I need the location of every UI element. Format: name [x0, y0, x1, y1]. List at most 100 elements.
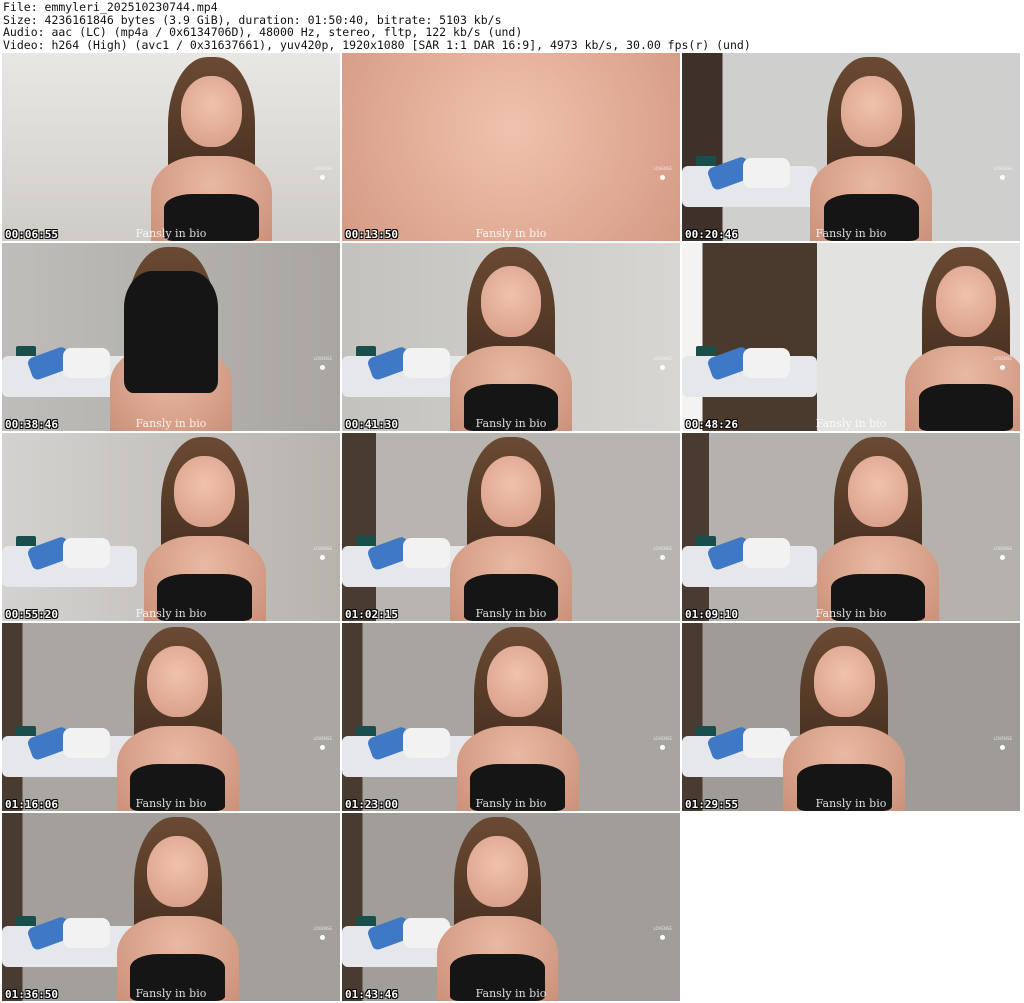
thumbnail-timestamp: 00:06:55 [5, 228, 58, 241]
logo-dot-icon [320, 364, 326, 370]
video-info-line: Video: h264 (High) (avc1 / 0x31637661), … [3, 37, 751, 52]
video-thumbnail: LOVENSE Fansly in bio 01:36:50 [2, 813, 340, 1001]
logo-dot-icon [660, 744, 666, 750]
person-face [467, 835, 528, 907]
person-face [174, 455, 236, 527]
lovense-logo-text: LOVENSE [653, 925, 673, 931]
person-face [342, 53, 680, 241]
thumbnail-timestamp: 00:41:30 [345, 418, 398, 431]
thumbnail-timestamp: 00:55:20 [5, 608, 58, 621]
lovense-logo: LOVENSE [993, 355, 1013, 370]
person-face [181, 75, 242, 147]
lovense-logo: LOVENSE [653, 925, 673, 940]
person-face [147, 645, 209, 717]
thumbnail-timestamp: 01:02:15 [345, 608, 398, 621]
file-info-header: File: emmyleri_202510230744.mp4 Size: 42… [3, 1, 751, 51]
lovense-logo: LOVENSE [993, 735, 1013, 750]
lovense-logo-text: LOVENSE [993, 735, 1013, 741]
lovense-logo-text: LOVENSE [313, 925, 333, 931]
room-pillow2 [62, 728, 111, 759]
logo-dot-icon [1000, 174, 1006, 180]
person-face [480, 455, 542, 527]
lovense-logo: LOVENSE [653, 165, 673, 180]
logo-dot-icon [320, 554, 326, 560]
lovense-logo: LOVENSE [313, 355, 333, 370]
person-face [147, 835, 209, 907]
thumbnail-timestamp: 01:36:50 [5, 988, 58, 1001]
video-thumbnail: LOVENSE Fansly in bio 01:02:15 [342, 433, 680, 621]
room-pillow2 [402, 728, 451, 759]
video-thumbnail: LOVENSE Fansly in bio 00:41:30 [342, 243, 680, 431]
thumbnail-timestamp: 01:29:55 [685, 798, 738, 811]
room-pillow2 [402, 538, 451, 569]
lovense-logo-text: LOVENSE [653, 355, 673, 361]
thumbnail-timestamp: 00:20:46 [685, 228, 738, 241]
lovense-logo: LOVENSE [313, 165, 333, 180]
video-thumbnail: LOVENSE Fansly in bio 01:29:55 [682, 623, 1020, 811]
lovense-logo: LOVENSE [653, 355, 673, 370]
thumbnail-timestamp: 00:48:26 [685, 418, 738, 431]
video-thumbnail: LOVENSE Fansly in bio 00:13:50 [342, 53, 680, 241]
lovense-logo-text: LOVENSE [993, 545, 1013, 551]
room-pillow2 [742, 158, 791, 189]
lovense-logo: LOVENSE [653, 545, 673, 560]
video-thumbnail: LOVENSE Fansly in bio 01:09:10 [682, 433, 1020, 621]
room-pillow2 [62, 538, 111, 569]
lovense-logo-text: LOVENSE [653, 165, 673, 171]
thumbnail-timestamp: 01:16:06 [5, 798, 58, 811]
logo-dot-icon [1000, 554, 1006, 560]
person-face [487, 645, 549, 717]
person-face [480, 265, 542, 337]
audio-info-line: Audio: aac (LC) (mp4a / 0x6134706D), 480… [3, 25, 523, 40]
person-face [813, 645, 875, 717]
person-face [935, 265, 997, 337]
logo-dot-icon [660, 554, 666, 560]
lovense-logo: LOVENSE [653, 735, 673, 750]
file-name-line: File: emmyleri_202510230744.mp4 [3, 0, 218, 14]
room-pillow2 [402, 348, 451, 379]
lovense-logo-text: LOVENSE [993, 355, 1013, 361]
lovense-logo: LOVENSE [313, 545, 333, 560]
lovense-logo: LOVENSE [313, 925, 333, 940]
logo-dot-icon [1000, 744, 1006, 750]
lovense-logo-text: LOVENSE [313, 165, 333, 171]
room-pillow2 [62, 918, 111, 949]
video-thumbnail: LOVENSE Fansly in bio 01:43:46 [342, 813, 680, 1001]
lovense-logo: LOVENSE [313, 735, 333, 750]
lovense-logo-text: LOVENSE [313, 735, 333, 741]
video-thumbnail: LOVENSE Fansly in bio 00:06:55 [2, 53, 340, 241]
video-thumbnail: LOVENSE Fansly in bio 00:20:46 [682, 53, 1020, 241]
thumbnail-timestamp: 01:23:00 [345, 798, 398, 811]
video-thumbnail: LOVENSE Fansly in bio 01:23:00 [342, 623, 680, 811]
lovense-logo-text: LOVENSE [653, 735, 673, 741]
logo-dot-icon [320, 934, 326, 940]
lovense-logo-text: LOVENSE [313, 355, 333, 361]
thumbnail-timestamp: 01:09:10 [685, 608, 738, 621]
logo-dot-icon [660, 174, 666, 180]
lovense-logo: LOVENSE [993, 165, 1013, 180]
logo-dot-icon [320, 174, 326, 180]
logo-dot-icon [660, 364, 666, 370]
logo-dot-icon [320, 744, 326, 750]
person-face [847, 455, 909, 527]
room-pillow2 [62, 348, 111, 379]
room-pillow2 [742, 348, 791, 379]
video-thumbnail: LOVENSE Fansly in bio 00:38:46 [2, 243, 340, 431]
lovense-logo-text: LOVENSE [653, 545, 673, 551]
lovense-logo-text: LOVENSE [313, 545, 333, 551]
thumbnail-timestamp: 00:13:50 [345, 228, 398, 241]
lovense-logo: LOVENSE [993, 545, 1013, 560]
video-thumbnail: LOVENSE Fansly in bio 00:48:26 [682, 243, 1020, 431]
logo-dot-icon [1000, 364, 1006, 370]
logo-dot-icon [660, 934, 666, 940]
room-pillow2 [742, 728, 791, 759]
video-thumbnail: LOVENSE Fansly in bio 00:55:20 [2, 433, 340, 621]
thumbnail-timestamp: 00:38:46 [5, 418, 58, 431]
video-thumbnail: LOVENSE Fansly in bio 01:16:06 [2, 623, 340, 811]
lovense-logo-text: LOVENSE [993, 165, 1013, 171]
person-face [840, 75, 902, 147]
room-pillow2 [742, 538, 791, 569]
person-top [123, 271, 219, 394]
thumbnail-grid: LOVENSE Fansly in bio 00:06:55 LOVENSE Fansl… [2, 53, 1022, 1003]
thumbnail-timestamp: 01:43:46 [345, 988, 398, 1001]
